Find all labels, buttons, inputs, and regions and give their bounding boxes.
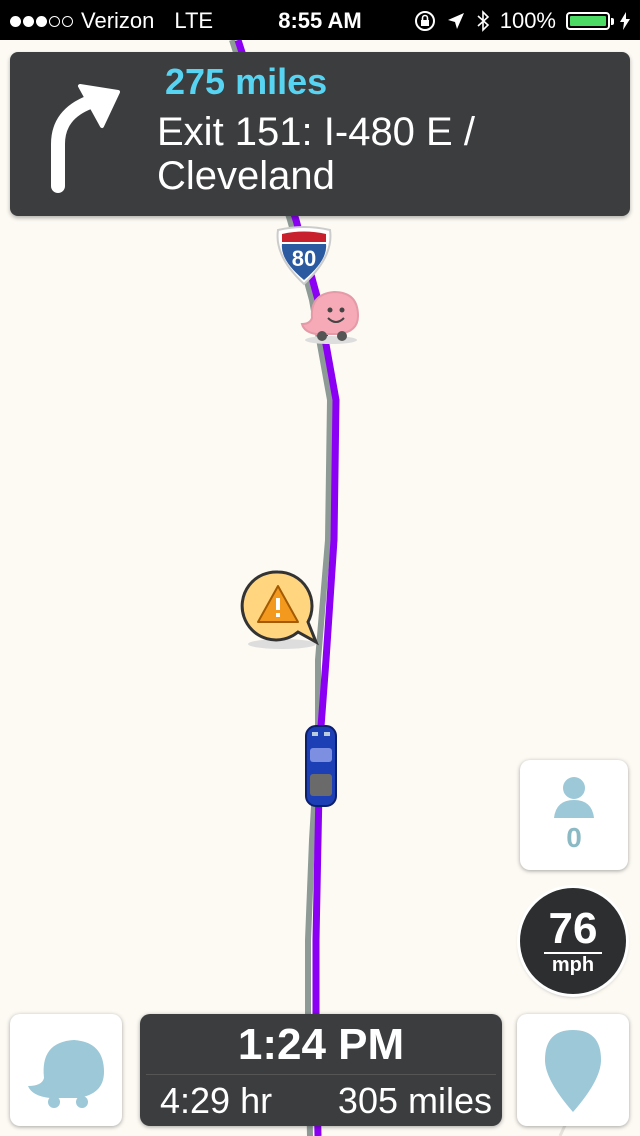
turn-instruction: Exit 151: I-480 E / Cleveland bbox=[157, 110, 475, 198]
remaining-distance: 305 miles bbox=[337, 1080, 492, 1121]
location-pin-icon bbox=[545, 1030, 601, 1112]
car-icon bbox=[302, 724, 340, 813]
current-speed: 76 bbox=[548, 904, 598, 953]
status-bar: Verizon LTE 8:55 AM 100% bbox=[0, 0, 640, 40]
battery-icon bbox=[566, 12, 614, 30]
nearby-wazers-count: 0 bbox=[566, 822, 582, 853]
speedometer: 76 mph bbox=[520, 888, 626, 994]
bluetooth-icon bbox=[477, 10, 489, 32]
battery-percentage: 100% bbox=[499, 8, 556, 33]
person-icon bbox=[554, 777, 594, 818]
nearby-wazers-button[interactable]: 0 bbox=[520, 760, 628, 870]
waze-menu-icon bbox=[28, 1040, 104, 1108]
charging-bolt-icon bbox=[620, 12, 630, 30]
distance-to-turn: 275 miles bbox=[165, 61, 328, 102]
navigation-instruction-banner[interactable]: 275 miles Exit 151: I-480 E / Cleveland bbox=[10, 52, 630, 216]
trip-duration: 4:29 hr bbox=[160, 1080, 273, 1121]
waze-user-icon[interactable] bbox=[298, 288, 364, 351]
interstate-number: 80 bbox=[292, 246, 316, 271]
turn-right-arrow-icon bbox=[51, 84, 120, 193]
interstate-shield-icon: 80 bbox=[274, 226, 334, 293]
main-menu-button[interactable] bbox=[10, 1014, 122, 1126]
location-arrow-icon bbox=[447, 13, 464, 29]
search-destination-button[interactable] bbox=[517, 1014, 629, 1126]
speed-unit: mph bbox=[551, 954, 595, 976]
hazard-warning-icon[interactable] bbox=[238, 568, 322, 655]
arrival-time: 1:24 PM bbox=[237, 1020, 405, 1069]
eta-panel[interactable]: 1:24 PM 4:29 hr 305 miles bbox=[140, 1014, 502, 1126]
rotation-lock-icon bbox=[414, 11, 435, 31]
